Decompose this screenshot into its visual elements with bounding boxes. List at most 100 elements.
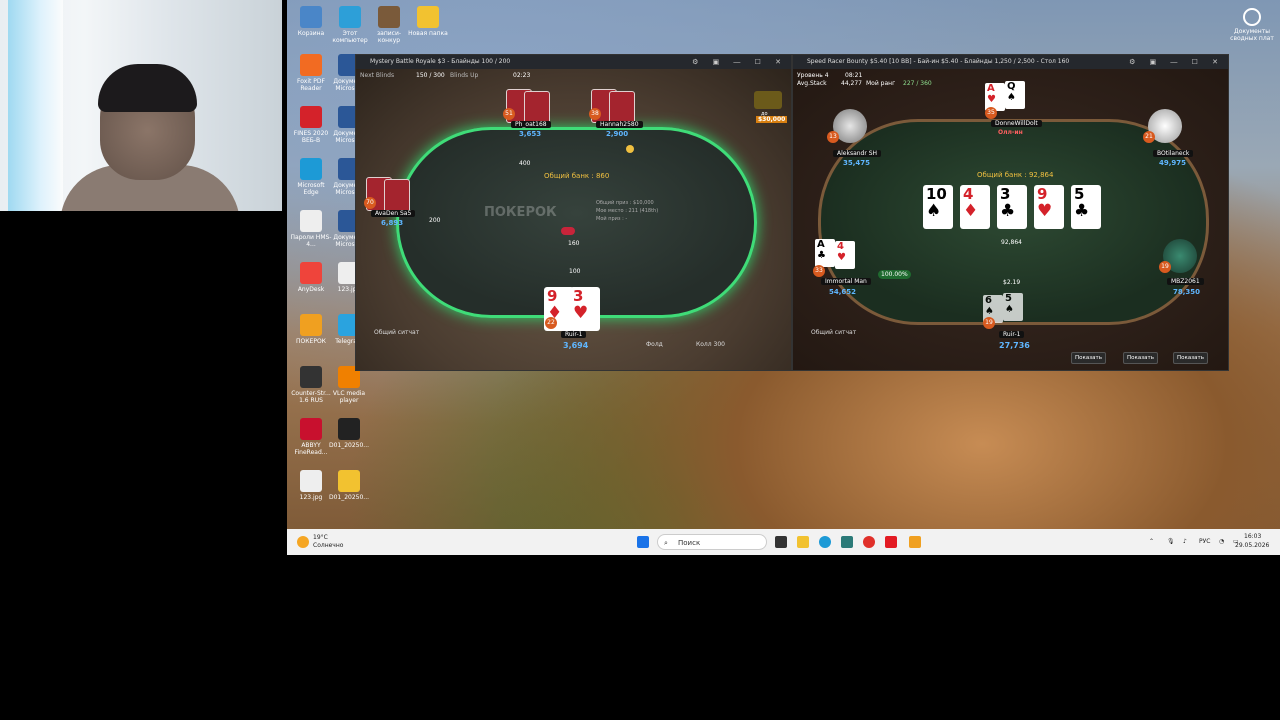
show-cards-button[interactable]: Показать — [1173, 352, 1208, 364]
avg-stack-label: Avg.Stack — [797, 80, 827, 87]
player-card: Q ♠ — [1005, 81, 1025, 109]
window-controls[interactable]: ⚙ ▣ ― ☐ ✕ — [1129, 55, 1224, 69]
desktop-icon[interactable]: D01_20250... — [327, 470, 371, 501]
weather-desc: Солнечно — [313, 542, 344, 549]
clock-date[interactable]: 29.05.2026 — [1235, 542, 1269, 549]
hero-name: Ruir-1 — [999, 331, 1025, 338]
window-titlebar[interactable]: Speed Racer Bounty $5.40 [10 BB] - Бай-и… — [793, 55, 1228, 69]
show-cards-button[interactable]: Показать — [1123, 352, 1158, 364]
player-name[interactable]: Aleksandr SH — [833, 150, 882, 157]
my-rank-value: 227 / 360 — [903, 80, 932, 87]
dealer-button-icon — [626, 145, 634, 153]
pokerok-icon[interactable] — [909, 536, 921, 548]
level-label: Уровень 4 — [797, 72, 829, 79]
file-explorer-icon[interactable] — [797, 536, 809, 548]
desktop-icon[interactable]: Этот компьютер — [328, 6, 372, 44]
bounty-value: $30,000 — [756, 116, 788, 123]
info-my-prize: Мой приз : - — [596, 216, 628, 222]
info-my-place: Мое место : 211 (418th) — [596, 208, 659, 214]
pot-chips: 160 — [568, 240, 580, 247]
fold-button[interactable]: Фолд — [646, 341, 663, 348]
player-bet: 400 — [519, 160, 531, 167]
chat-button[interactable]: Общий ситчат — [811, 329, 856, 336]
next-blinds-label: Next Blinds — [360, 72, 395, 79]
window-titlebar[interactable]: Mystery Battle Royale $3 - Блайнды 100 /… — [356, 55, 791, 69]
window-blind — [8, 0, 63, 211]
webcam-overlay — [0, 0, 282, 211]
desktop-icon[interactable]: Новая папка — [406, 6, 450, 37]
store-icon[interactable] — [841, 536, 853, 548]
player-name[interactable]: Ph_oat168 — [511, 121, 551, 128]
board-card: 9 ♥ — [1034, 185, 1064, 229]
poker-window-speed-racer[interactable]: Speed Racer Bounty $5.40 [10 BB] - Бай-и… — [792, 54, 1229, 371]
window-controls[interactable]: ⚙ ▣ ― ☐ ✕ — [692, 55, 787, 69]
speaker-icon[interactable]: ♪ — [1183, 538, 1187, 545]
player-name[interactable]: Immortal Man — [821, 278, 871, 285]
desktop-icon[interactable]: записи-конкур — [367, 6, 411, 44]
start-icon[interactable] — [637, 536, 649, 548]
weather-icon[interactable] — [297, 536, 309, 548]
desktop-icon-documents[interactable]: Документы сводных плат — [1227, 8, 1277, 42]
anydesk-icon — [300, 262, 322, 284]
window-title: Mystery Battle Royale $3 - Блайнды 100 /… — [370, 58, 511, 65]
player-bet: 200 — [429, 217, 441, 224]
language-indicator[interactable]: РУС — [1199, 538, 1210, 545]
documents-icon — [1243, 8, 1261, 26]
player-level-badge: 35 — [985, 107, 997, 119]
desktop-icon[interactable]: Корзина — [289, 6, 333, 37]
poker-window-mystery-battle[interactable]: Mystery Battle Royale $3 - Блайнды 100 /… — [355, 54, 792, 371]
microphone-icon[interactable]: 🎙 — [1167, 538, 1175, 545]
app-icon[interactable] — [863, 536, 875, 548]
player-allin: Олл-ин — [998, 129, 1023, 136]
player-level-badge: 51 — [503, 108, 515, 120]
hero-name: Ruir-1 — [561, 331, 587, 338]
player-level-badge: 13 — [827, 131, 839, 143]
player-name[interactable]: DonneWillDolt — [991, 120, 1042, 127]
image-file-icon — [300, 470, 322, 492]
table-watermark: ПОКЕРОК — [484, 205, 557, 220]
player-level-badge: 70 — [364, 197, 376, 209]
weather-temp: 19°C — [313, 534, 328, 541]
my-rank-label: Мой ранг — [866, 80, 896, 87]
player-stack: 78,350 — [1173, 288, 1201, 296]
player-name[interactable]: Hannah2580 — [596, 121, 643, 128]
taskbar-search[interactable]: ⌕ Поиск — [657, 534, 767, 550]
chat-button[interactable]: Общий ситчат — [374, 329, 419, 336]
abbyy-icon — [300, 418, 322, 440]
player-stack: 35,475 — [843, 159, 871, 167]
edge-icon — [300, 158, 322, 180]
task-view-icon[interactable] — [775, 536, 787, 548]
image-file-icon — [378, 6, 400, 28]
recycle-bin-icon — [300, 6, 322, 28]
player-cardback — [609, 91, 635, 125]
player-name[interactable]: AvaDen Sa5 — [371, 210, 416, 217]
next-blinds-value: 150 / 300 — [416, 72, 445, 79]
blinds-up-label: Blinds Up — [450, 72, 479, 79]
pdf-icon — [300, 54, 322, 76]
edge-icon[interactable] — [819, 536, 831, 548]
wifi-icon[interactable]: ◔ — [1219, 538, 1224, 545]
player-name[interactable]: MBZ2061 — [1167, 278, 1204, 285]
folder-icon — [417, 6, 439, 28]
hero-stack: 3,694 — [563, 341, 589, 350]
player-stack: 49,975 — [1159, 159, 1187, 167]
desktop-icon[interactable]: VLC media player — [327, 366, 371, 404]
total-pot: Общий банк : 860 — [544, 172, 610, 180]
yandex-icon[interactable] — [885, 536, 897, 548]
chevron-up-icon[interactable]: ⌃ — [1149, 538, 1154, 545]
player-stack: 54,652 — [829, 288, 857, 296]
board-card: 10 ♠ — [923, 185, 953, 229]
level-timer: 08:21 — [845, 72, 863, 79]
player-cardback — [524, 91, 550, 125]
board-card: 3 ♣ — [997, 185, 1027, 229]
hero-card: 3 ♥ — [570, 287, 600, 331]
search-icon: ⌕ — [664, 539, 668, 547]
call-button[interactable]: Колл 300 — [696, 341, 725, 348]
desktop-icon[interactable]: D01_20250... — [327, 418, 371, 449]
player-name[interactable]: BOtilaneck — [1153, 150, 1194, 157]
hero-level-badge: 19 — [983, 317, 995, 329]
clock-time[interactable]: 16:03 — [1244, 533, 1261, 540]
taskbar: 19°C Солнечно ⌕ Поиск ⌃ 🎙 ♪ РУС ◔ ▭ 16:0… — [287, 529, 1280, 555]
show-cards-button[interactable]: Показать — [1071, 352, 1106, 364]
folder-icon — [338, 470, 360, 492]
